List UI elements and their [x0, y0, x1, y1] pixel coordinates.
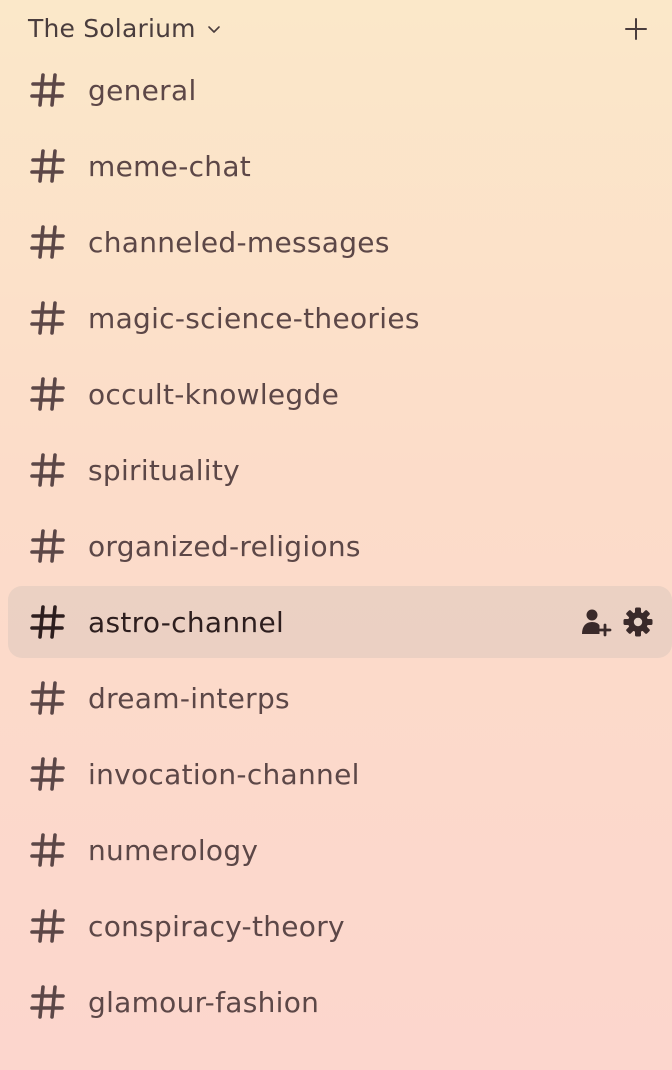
channel-item-glamour-fashion[interactable]: glamour-fashion — [8, 966, 672, 1038]
server-name: The Solarium — [28, 14, 196, 43]
channel-name: channeled-messages — [88, 225, 390, 259]
channel-item-occult-knowlegde[interactable]: occult-knowlegde — [8, 358, 672, 430]
gear-icon[interactable] — [622, 606, 654, 638]
channel-item-conspiracy-theory[interactable]: conspiracy-theory — [8, 890, 672, 962]
hash-icon — [30, 453, 65, 487]
hash-icon — [30, 529, 65, 563]
chevron-down-icon — [207, 25, 220, 33]
channel-item-dream-interps[interactable]: dream-interps — [8, 662, 672, 734]
channel-name: magic-science-theories — [88, 301, 420, 335]
channel-item-meme-chat[interactable]: meme-chat — [8, 130, 672, 202]
channel-name: astro-channel — [88, 605, 285, 639]
channel-name: general — [88, 73, 197, 107]
hash-icon — [30, 833, 65, 867]
channel-name: invocation-channel — [88, 757, 360, 791]
channel-item-numerology[interactable]: numerology — [8, 814, 672, 886]
channel-item-channeled-messages[interactable]: channeled-messages — [8, 206, 672, 278]
channel-item-spirituality[interactable]: spirituality — [8, 434, 672, 506]
channel-name: numerology — [88, 833, 259, 867]
channel-item-astro-channel[interactable]: astro-channel — [8, 586, 672, 658]
channel-actions — [580, 606, 654, 638]
hash-icon — [30, 73, 65, 107]
channel-item-general[interactable]: general — [8, 54, 672, 126]
hash-icon — [30, 757, 65, 791]
channel-name: dream-interps — [88, 681, 290, 715]
hash-icon — [30, 149, 65, 183]
channel-name: meme-chat — [88, 149, 252, 183]
hash-icon — [30, 225, 65, 259]
hash-icon — [30, 605, 65, 639]
hash-icon — [30, 377, 65, 411]
channel-item-organized-religions[interactable]: organized-religions — [8, 510, 672, 582]
channel-item-magic-science-theories[interactable]: magic-science-theories — [8, 282, 672, 354]
plus-icon[interactable] — [622, 15, 650, 43]
channel-list: general meme-chat channeled-messages mag… — [8, 54, 672, 1042]
server-header: The Solarium — [0, 0, 672, 60]
hash-icon — [30, 985, 65, 1019]
channel-name: occult-knowlegde — [88, 377, 340, 411]
channel-name: spirituality — [88, 453, 241, 487]
server-menu-button[interactable]: The Solarium — [28, 14, 222, 43]
invite-member-icon[interactable] — [580, 606, 612, 638]
channel-name: organized-religions — [88, 529, 361, 563]
hash-icon — [30, 909, 65, 943]
channel-item-invocation-channel[interactable]: invocation-channel — [8, 738, 672, 810]
hash-icon — [30, 301, 65, 335]
hash-icon — [30, 681, 65, 715]
channel-name: conspiracy-theory — [88, 909, 345, 943]
channel-name: glamour-fashion — [88, 985, 320, 1019]
